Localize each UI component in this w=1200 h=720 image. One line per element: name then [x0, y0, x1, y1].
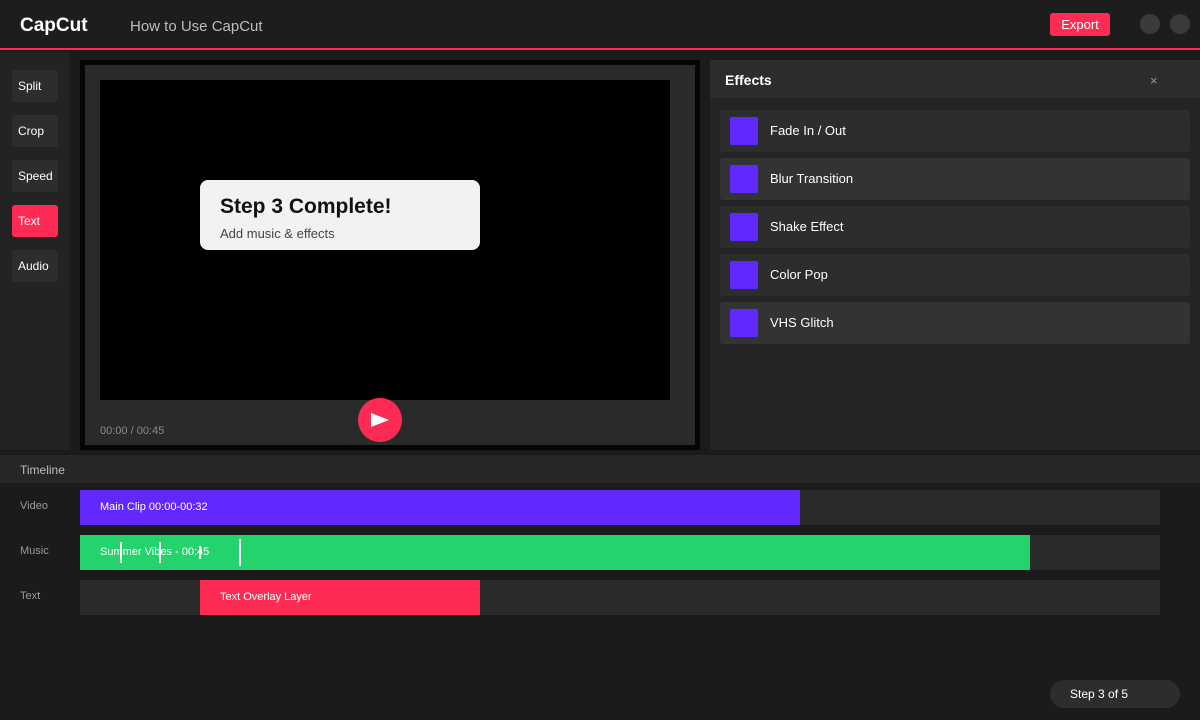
music-clip[interactable]: Summer Vibes - 00:45 — [80, 535, 1030, 570]
effect-swatch-icon — [730, 261, 758, 289]
video-clip[interactable]: Main Clip 00:00-00:32 — [80, 490, 800, 525]
effect-item-shake[interactable]: Shake Effect — [720, 206, 1190, 248]
split-tool-button[interactable]: Split — [12, 70, 58, 102]
effect-label: Color Pop — [770, 267, 828, 282]
play-button[interactable] — [358, 398, 402, 442]
timeline-title: Timeline — [20, 463, 65, 477]
export-button[interactable]: Export — [1050, 13, 1110, 36]
effect-label: Fade In / Out — [770, 123, 846, 138]
top-bar: CapCut How to Use CapCut Export — [0, 0, 1200, 50]
audio-tool-button[interactable]: Audio — [12, 250, 58, 282]
timeline-header: Timeline — [0, 455, 1200, 483]
effects-title: Effects — [725, 72, 772, 88]
crop-tool-button[interactable]: Crop — [12, 115, 58, 147]
track-label-music: Music — [20, 545, 49, 557]
app-logo: CapCut — [20, 15, 88, 36]
effect-item-fade[interactable]: Fade In / Out — [720, 110, 1190, 152]
step-complete-card: Step 3 Complete! Add music & effects — [200, 180, 480, 250]
play-icon — [371, 413, 389, 427]
effect-label: Shake Effect — [770, 219, 844, 234]
audio-waveform-marker — [239, 539, 241, 566]
effects-panel: Effects × Fade In / Out Blur Transition … — [710, 60, 1200, 450]
track-label-text: Text — [20, 590, 41, 602]
effect-swatch-icon — [730, 309, 758, 337]
text-overlay-clip[interactable]: Text Overlay Layer — [200, 580, 480, 615]
effect-label: Blur Transition — [770, 171, 854, 186]
window-control-button[interactable] — [1140, 14, 1160, 34]
audio-waveform-marker — [199, 546, 201, 559]
close-icon[interactable]: × — [1150, 73, 1158, 88]
audio-waveform-marker — [159, 542, 161, 563]
effect-item-color-pop[interactable]: Color Pop — [720, 254, 1190, 296]
step-indicator-badge: Step 3 of 5 — [1050, 680, 1180, 708]
effect-swatch-icon — [730, 165, 758, 193]
audio-waveform-marker — [120, 542, 122, 563]
window-control-button[interactable] — [1170, 14, 1190, 34]
playback-timecode: 00:00 / 00:45 — [100, 425, 165, 437]
step-title: Step 3 Complete! — [220, 195, 392, 218]
step-subtitle: Add music & effects — [220, 226, 335, 241]
music-clip-label: Summer Vibes - 00:45 — [100, 546, 210, 558]
project-title: How to Use CapCut — [130, 18, 263, 35]
effect-label: VHS Glitch — [770, 315, 834, 330]
effect-item-blur[interactable]: Blur Transition — [720, 158, 1190, 200]
track-label-video: Video — [20, 500, 48, 512]
text-tool-button[interactable]: Text — [12, 205, 58, 237]
effect-item-vhs-glitch[interactable]: VHS Glitch — [720, 302, 1190, 344]
effect-swatch-icon — [730, 213, 758, 241]
effects-header: Effects × — [710, 60, 1200, 98]
effect-swatch-icon — [730, 117, 758, 145]
speed-tool-button[interactable]: Speed — [12, 160, 58, 192]
